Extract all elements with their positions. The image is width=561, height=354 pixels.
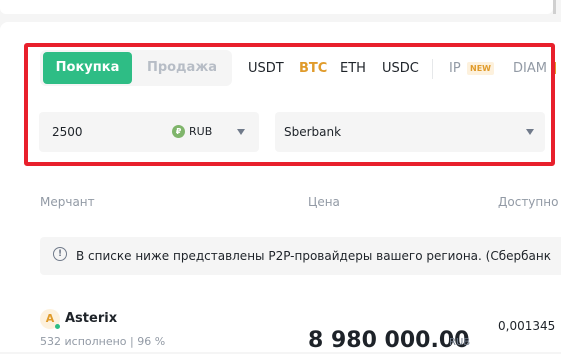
available-amount: 0,001345	[498, 319, 556, 333]
price-value: 8 980 000.00	[308, 328, 470, 353]
previous-panel	[0, 0, 553, 14]
column-header-price: Цена	[308, 195, 340, 209]
scrollbar[interactable]	[553, 0, 556, 14]
merchant-stats: 532 исполнено | 96 %	[40, 335, 166, 348]
notice-text: В списке ниже представлены P2P-провайдер…	[76, 249, 551, 263]
column-header-merchant: Мерчант	[40, 195, 95, 209]
column-header-available: Доступно	[498, 195, 559, 209]
info-icon: !	[53, 247, 67, 261]
merchant-name[interactable]: Asterix	[65, 310, 117, 328]
region-notice: ! В списке ниже представлены P2P-провайд…	[40, 237, 561, 275]
highlight-frame	[24, 43, 555, 166]
online-status-dot	[55, 324, 60, 329]
